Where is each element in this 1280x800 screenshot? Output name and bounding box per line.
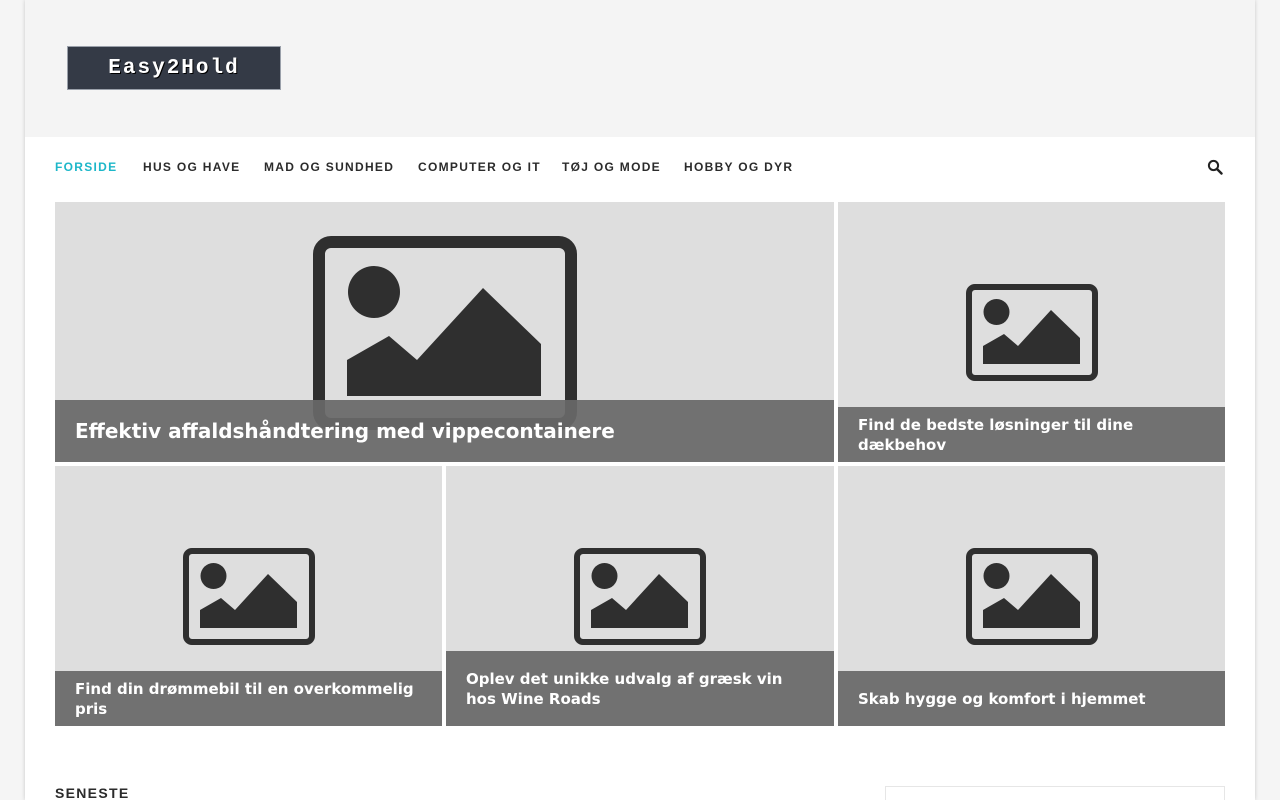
featured-post-large[interactable]: Effektiv affaldshåndtering med vippecont… <box>55 202 834 462</box>
image-placeholder-icon <box>966 548 1098 645</box>
site-logo[interactable]: Easy2Hold <box>67 46 281 90</box>
featured-post-title[interactable]: Skab hygge og komfort i hjemmet <box>838 671 1225 726</box>
page: Easy2Hold FORSIDE HUS OG HAVE MAD OG SUN… <box>25 0 1255 800</box>
site-header: Easy2Hold <box>25 0 1255 137</box>
featured-post-title-text: Oplev det unikke udvalg af græsk vin hos… <box>466 669 783 708</box>
main-nav: FORSIDE HUS OG HAVE MAD OG SUNDHED COMPU… <box>55 137 1225 199</box>
featured-post-title[interactable]: Find de bedste løsninger til dine dækbeh… <box>838 407 1225 462</box>
latest-section-title: SENESTE <box>55 785 130 800</box>
nav-item-hus-og-have[interactable]: HUS OG HAVE <box>143 160 240 174</box>
image-placeholder-icon <box>183 548 315 645</box>
featured-post-title-text: Find din drømmebil til en overkommelig p… <box>75 679 414 718</box>
featured-post-title[interactable]: Oplev det unikke udvalg af græsk vin hos… <box>446 651 834 726</box>
nav-item-computer-og-it[interactable]: COMPUTER OG IT <box>418 160 541 174</box>
site-logo-text: Easy2Hold <box>108 56 240 80</box>
featured-post-title-text: Skab hygge og komfort i hjemmet <box>858 689 1146 708</box>
search-icon[interactable] <box>1207 159 1223 175</box>
nav-item-forside[interactable]: FORSIDE <box>55 160 117 174</box>
sidebar-widget <box>885 786 1225 800</box>
nav-item-mad-og-sundhed[interactable]: MAD OG SUNDHED <box>264 160 394 174</box>
nav-item-hobby-og-dyr[interactable]: HOBBY OG DYR <box>684 160 793 174</box>
image-placeholder-icon <box>966 284 1098 381</box>
image-placeholder-icon <box>574 548 706 645</box>
featured-post-title-text: Effektiv affaldshåndtering med vippecont… <box>75 419 615 443</box>
featured-post-title-text: Find de bedste løsninger til dine dækbeh… <box>858 415 1134 454</box>
featured-post[interactable]: Skab hygge og komfort i hjemmet <box>838 466 1225 726</box>
nav-item-toj-og-mode[interactable]: TØJ OG MODE <box>562 160 661 174</box>
featured-post-title[interactable]: Effektiv affaldshåndtering med vippecont… <box>55 400 834 462</box>
featured-post[interactable]: Find de bedste løsninger til dine dækbeh… <box>838 202 1225 462</box>
featured-post[interactable]: Oplev det unikke udvalg af græsk vin hos… <box>446 466 834 726</box>
featured-post[interactable]: Find din drømmebil til en overkommelig p… <box>55 466 442 726</box>
featured-post-title[interactable]: Find din drømmebil til en overkommelig p… <box>55 671 442 726</box>
